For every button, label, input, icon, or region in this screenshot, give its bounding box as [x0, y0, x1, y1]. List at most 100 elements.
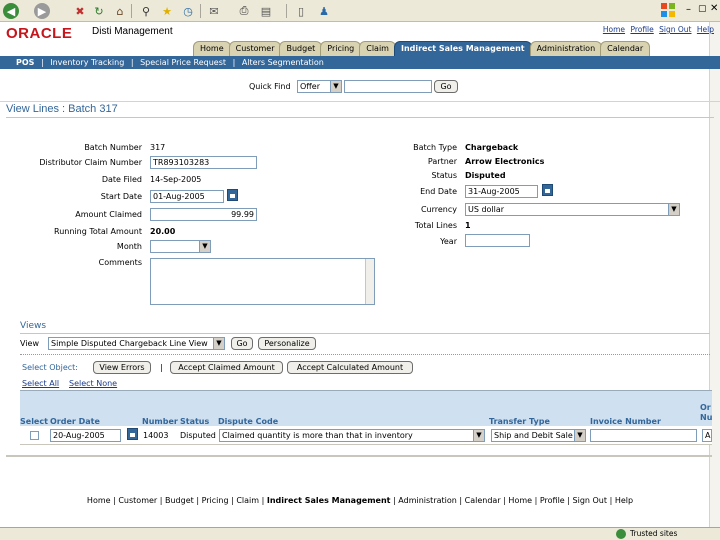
tab-pricing[interactable]: Pricing	[320, 41, 362, 56]
messenger-icon[interactable]: ♟	[316, 3, 332, 19]
subnav-separator: |	[130, 58, 134, 67]
footer-separator: |	[534, 496, 538, 505]
tab-budget[interactable]: Budget	[279, 41, 323, 56]
row-select-checkbox[interactable]	[30, 431, 39, 440]
footer-link-profile[interactable]: Profile	[540, 496, 565, 505]
global-link-profile[interactable]: Profile	[630, 25, 653, 34]
subnav-inventory-tracking[interactable]: Inventory Tracking	[50, 58, 124, 67]
tab-calendar[interactable]: Calendar	[600, 41, 651, 56]
column-header-number[interactable]: Number	[142, 417, 178, 426]
truncated-field[interactable]: A	[702, 429, 712, 442]
comments-label: Comments	[98, 258, 142, 267]
table-row: 20-Aug-2005 14003 Disputed Claimed quant…	[20, 426, 712, 445]
footer-link-customer[interactable]: Customer	[118, 496, 157, 505]
global-link-sign-out[interactable]: Sign Out	[659, 25, 691, 34]
footer-link-help[interactable]: Help	[615, 496, 633, 505]
footer-link-sign-out[interactable]: Sign Out	[573, 496, 608, 505]
footer-link-administration[interactable]: Administration	[398, 496, 457, 505]
calendar-icon[interactable]	[227, 189, 238, 201]
column-header-transfer-type[interactable]: Transfer Type	[489, 417, 550, 426]
transfer-type-select[interactable]: Ship and Debit Sale ▼	[491, 429, 586, 442]
invoice-number-field[interactable]	[590, 429, 697, 442]
stop-icon[interactable]: ✖	[72, 3, 88, 19]
forward-icon[interactable]: ▶	[34, 3, 50, 19]
global-link-help[interactable]: Help	[697, 25, 714, 34]
tab-customer[interactable]: Customer	[228, 41, 282, 56]
edit-icon[interactable]: ▤	[258, 3, 274, 19]
windows-logo-icon	[660, 2, 676, 18]
view-errors-button[interactable]: View Errors	[93, 361, 151, 374]
divider	[6, 117, 714, 118]
currency-select[interactable]: US dollar ▼	[465, 203, 680, 216]
date-filed-value: 14-Sep-2005	[150, 175, 202, 184]
start-date-label: Start Date	[100, 192, 142, 201]
minimize-icon[interactable]: –	[686, 4, 691, 15]
footer-link-indirect-sales-management[interactable]: Indirect Sales Management	[267, 496, 391, 505]
calendar-icon[interactable]	[127, 428, 138, 440]
chevron-down-icon: ▼	[574, 430, 585, 441]
claim-number-label: Distributor Claim Number	[39, 158, 142, 167]
comments-textarea[interactable]	[150, 258, 375, 305]
subnav-special-price-request[interactable]: Special Price Request	[140, 58, 226, 67]
footer-link-pricing[interactable]: Pricing	[202, 496, 229, 505]
claim-number-field[interactable]: TR893103283	[150, 156, 257, 169]
year-label: Year	[440, 237, 457, 246]
footer-link-home[interactable]: Home	[87, 496, 111, 505]
total-lines-label: Total Lines	[414, 221, 457, 230]
calendar-icon[interactable]	[542, 184, 553, 196]
footer-link-budget[interactable]: Budget	[165, 496, 194, 505]
partner-label: Partner	[427, 157, 457, 166]
column-header-order-date[interactable]: Order Date	[50, 417, 100, 426]
footer-links: Home | Customer | Budget | Pricing | Cla…	[0, 496, 720, 505]
personalize-button[interactable]: Personalize	[258, 337, 316, 350]
tab-claim[interactable]: Claim	[359, 41, 396, 56]
refresh-icon[interactable]: ↻	[91, 3, 107, 19]
tab-home[interactable]: Home	[193, 41, 231, 56]
quick-find-go-button[interactable]: Go	[434, 80, 458, 93]
column-header-invoice-number[interactable]: Invoice Number	[590, 417, 661, 426]
favorites-icon[interactable]: ★	[159, 3, 175, 19]
history-icon[interactable]: ◷	[180, 3, 196, 19]
discuss-icon[interactable]: ▯	[293, 3, 309, 19]
maximize-icon[interactable]: ▢	[698, 4, 707, 14]
start-date-field[interactable]: 01-Aug-2005	[150, 190, 224, 203]
browser-status-bar: Trusted sites	[0, 527, 720, 540]
view-select[interactable]: Simple Disputed Chargeback Line View ▼	[48, 337, 225, 350]
amount-claimed-field[interactable]: 99.99	[150, 208, 257, 221]
tab-indirect-sales-management[interactable]: Indirect Sales Management	[393, 41, 532, 56]
order-date-field[interactable]: 20-Aug-2005	[50, 429, 121, 442]
column-header-dispute-code[interactable]: Dispute Code	[218, 417, 278, 426]
global-link-home[interactable]: Home	[603, 25, 625, 34]
tab-administration[interactable]: Administration	[529, 41, 603, 56]
comments-scrollbar[interactable]	[365, 259, 374, 304]
mail-icon[interactable]: ✉	[206, 3, 222, 19]
quick-find-input[interactable]	[344, 80, 432, 93]
subnav-alters-segmentation[interactable]: Alters Segmentation	[242, 58, 324, 67]
dispute-code-select[interactable]: Claimed quantity is more than that in in…	[219, 429, 485, 442]
select-all-link[interactable]: Select All	[22, 379, 59, 388]
search-icon[interactable]: ⚲	[138, 3, 154, 19]
select-none-link[interactable]: Select None	[69, 379, 117, 388]
year-field[interactable]	[465, 234, 530, 247]
back-icon[interactable]: ◀	[3, 3, 19, 19]
accept-claimed-amount-button[interactable]: Accept Claimed Amount	[170, 361, 283, 374]
column-header-status[interactable]: Status	[180, 417, 209, 426]
sub-navigation: POS | Inventory Tracking | Special Price…	[0, 56, 720, 69]
close-icon[interactable]: ✕	[710, 3, 718, 14]
view-go-button[interactable]: Go	[231, 337, 253, 350]
home-icon[interactable]: ⌂	[112, 3, 128, 19]
batch-number-value: 317	[150, 143, 166, 152]
subnav-pos[interactable]: POS	[16, 58, 34, 67]
quick-find-select[interactable]: Offer ▼	[297, 80, 342, 93]
accept-calculated-amount-button[interactable]: Accept Calculated Amount	[287, 361, 413, 374]
footer-link-calendar[interactable]: Calendar	[465, 496, 501, 505]
end-date-field[interactable]: 31-Aug-2005	[465, 185, 538, 198]
toolbar-separator	[131, 4, 132, 18]
month-select[interactable]: ▼	[150, 240, 211, 253]
footer-link-home-global[interactable]: Home	[508, 496, 532, 505]
print-icon[interactable]: ⎙	[236, 3, 252, 19]
column-header-truncated: Or Nu	[700, 403, 713, 422]
end-date-label: End Date	[420, 187, 457, 196]
footer-link-claim[interactable]: Claim	[236, 496, 259, 505]
security-zone-label: Trusted sites	[630, 529, 678, 538]
